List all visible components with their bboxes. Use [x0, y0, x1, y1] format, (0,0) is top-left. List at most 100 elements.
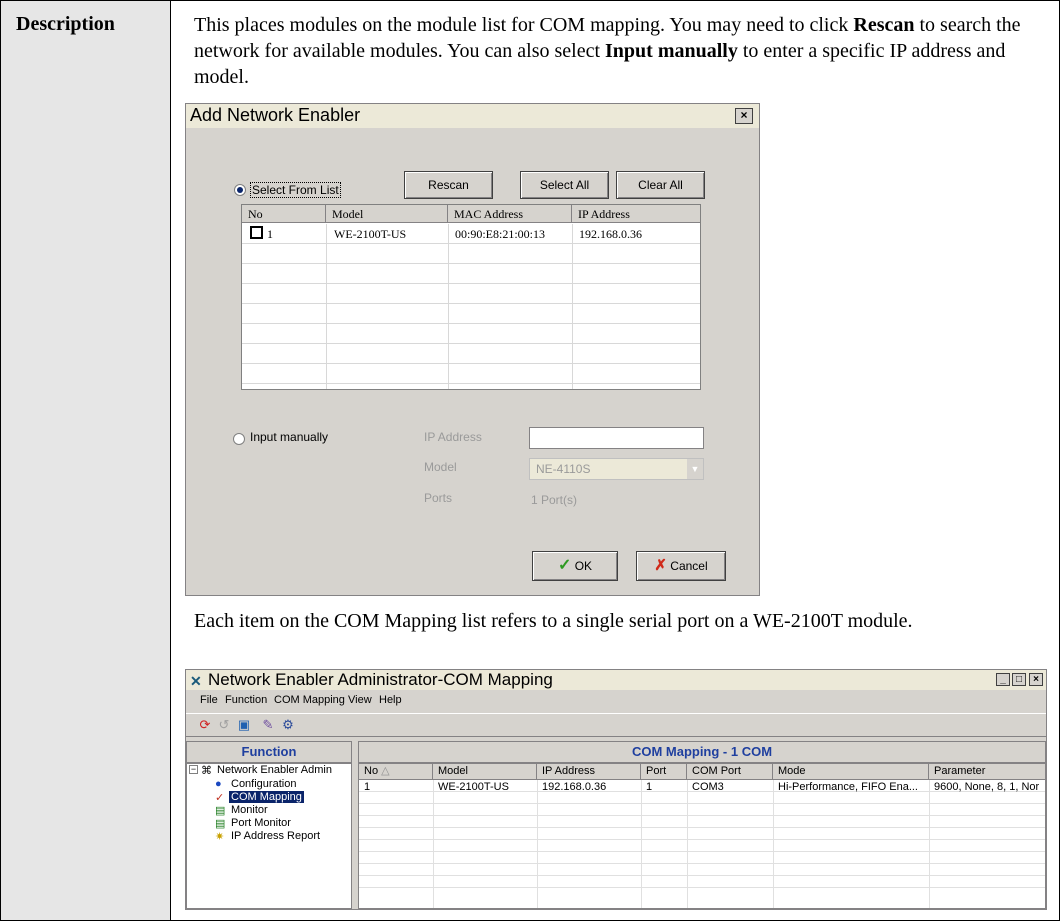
ip-address-input[interactable] [529, 427, 704, 449]
tree-item-configuration[interactable]: Configuration [231, 778, 296, 790]
app-titlebar: ✕ Network Enabler Administrator-COM Mapp… [186, 670, 1046, 690]
model-label: Model [424, 460, 457, 474]
tree-item-port-monitor[interactable]: Port Monitor [231, 817, 291, 829]
input-manually-label[interactable]: Input manually [250, 430, 328, 444]
row-mac: 00:90:E8:21:00:13 [455, 227, 545, 241]
maximize-button[interactable]: □ [1012, 673, 1026, 686]
column-ip-address[interactable]: IP Address [572, 205, 700, 223]
row-ip: 192.168.0.36 [579, 227, 642, 241]
table-row [359, 816, 1045, 828]
table-row[interactable]: 1 WE-2100T-US 00:90:E8:21:00:13 192.168.… [242, 224, 700, 244]
cell-no: 1 [364, 781, 371, 793]
port-monitor-icon: ▤ [215, 818, 226, 830]
module-list[interactable]: No Model MAC Address IP Address 1 WE-210… [241, 204, 701, 390]
chevron-down-icon[interactable]: ▼ [687, 459, 703, 479]
column-com-port[interactable]: COM Port [687, 764, 773, 780]
ok-label: OK [574, 559, 593, 573]
column-port[interactable]: Port [641, 764, 687, 780]
column-ip-address[interactable]: IP Address [537, 764, 641, 780]
row-checkbox[interactable] [250, 226, 263, 239]
tree-item-ip-address-report[interactable]: IP Address Report [231, 830, 320, 842]
table-row [242, 264, 700, 284]
menu-function[interactable]: Function [225, 694, 267, 706]
desc-part1: This places modules on the module list f… [194, 14, 854, 36]
dialog-titlebar: Add Network Enabler × [186, 104, 759, 128]
column-no[interactable]: No △ [359, 764, 433, 780]
undo-icon[interactable]: ↺ [216, 717, 232, 733]
x-icon: ✗ [654, 557, 667, 574]
cell-ip-address: 192.168.0.36 [542, 781, 607, 793]
table-row [242, 324, 700, 344]
cell-com-port: COM3 [692, 781, 724, 793]
edit-icon[interactable]: ✎ [260, 717, 276, 733]
tools-icon[interactable]: ⚙ [280, 717, 296, 733]
cell-port: 1 [646, 781, 653, 793]
column-parameter[interactable]: Parameter [929, 764, 1045, 780]
network-enabler-admin-window: ✕ Network Enabler Administrator-COM Mapp… [185, 669, 1047, 910]
table-row [242, 244, 700, 264]
table-row [359, 792, 1045, 804]
ip-address-label: IP Address [424, 430, 482, 444]
select-from-list-radio[interactable] [234, 184, 246, 196]
table-row [359, 876, 1045, 888]
app-logo-icon: ✕ [190, 673, 202, 689]
window-close-button[interactable]: × [1029, 673, 1043, 686]
menu-com-mapping[interactable]: COM Mapping [274, 694, 345, 706]
module-list-header: No Model MAC Address IP Address [242, 205, 700, 224]
minimize-button[interactable]: _ [996, 673, 1010, 686]
menu-bar: File Function COM Mapping View Help [186, 692, 1046, 710]
table-row [242, 344, 700, 364]
model-select[interactable]: NE-4110S ▼ [529, 458, 704, 480]
menu-help[interactable]: Help [379, 694, 402, 706]
function-tree: − ⌘ Network Enabler Admin ● Configuratio… [186, 763, 352, 909]
model-select-value: NE-4110S [536, 462, 591, 476]
clear-all-button[interactable]: Clear All [616, 171, 705, 199]
tree-root[interactable]: Network Enabler Admin [217, 764, 332, 776]
network-icon: ⌘ [201, 765, 212, 777]
table-row [242, 304, 700, 324]
table-row [242, 284, 700, 304]
label-cell: Description [0, 0, 171, 921]
input-manually-radio[interactable] [233, 433, 245, 445]
column-model[interactable]: Model [433, 764, 537, 780]
toolbar: ⟳ ↺ ▣ ✎ ⚙ [186, 713, 1046, 737]
apply-icon[interactable]: ▣ [236, 717, 252, 733]
cell-model: WE-2100T-US [438, 781, 509, 793]
column-model[interactable]: Model [326, 205, 448, 223]
rescan-button[interactable]: Rescan [404, 171, 493, 199]
column-mac-address[interactable]: MAC Address [448, 205, 572, 223]
row-no: 1 [267, 227, 273, 241]
cell-mode: Hi-Performance, FIFO Ena... [778, 781, 918, 793]
dialog-close-button[interactable]: × [735, 108, 753, 124]
function-pane-header: Function [186, 741, 352, 763]
ports-label: Ports [424, 491, 453, 505]
tree-item-com-mapping[interactable]: COM Mapping [229, 791, 304, 803]
check-icon: ✓ [557, 557, 572, 574]
table-row [359, 852, 1045, 864]
lightbulb-icon: ✷ [215, 831, 225, 843]
ports-value: 1 Port(s) [531, 493, 578, 507]
cancel-button[interactable]: ✗ Cancel [636, 551, 726, 581]
collapse-icon[interactable]: − [189, 765, 198, 774]
cell-parameter: 9600, None, 8, 1, Nor [934, 781, 1040, 793]
caption-paragraph: Each item on the COM Mapping list refers… [194, 610, 913, 632]
cancel-label: Cancel [670, 559, 708, 573]
menu-file[interactable]: File [200, 694, 218, 706]
column-no-label: No [364, 765, 379, 777]
com-mapping-grid[interactable]: No △ Model IP Address Port COM Port Mode… [358, 763, 1046, 909]
column-mode[interactable]: Mode [773, 764, 929, 780]
monitor-icon: ▤ [215, 805, 226, 817]
sort-icon: △ [381, 765, 390, 777]
select-all-button[interactable]: Select All [520, 171, 609, 199]
menu-view[interactable]: View [348, 694, 372, 706]
column-no[interactable]: No [242, 205, 326, 223]
table-row [359, 804, 1045, 816]
refresh-icon[interactable]: ⟳ [197, 717, 213, 733]
com-mapping-icon: ✓ [215, 792, 225, 804]
tree-item-monitor[interactable]: Monitor [231, 804, 268, 816]
select-from-list-label[interactable]: Select From List [250, 182, 341, 198]
ok-button[interactable]: ✓ OK [532, 551, 618, 581]
dialog-title: Add Network Enabler [190, 105, 361, 125]
app-title: Network Enabler Administrator-COM Mappin… [208, 670, 553, 689]
table-row [359, 840, 1045, 852]
